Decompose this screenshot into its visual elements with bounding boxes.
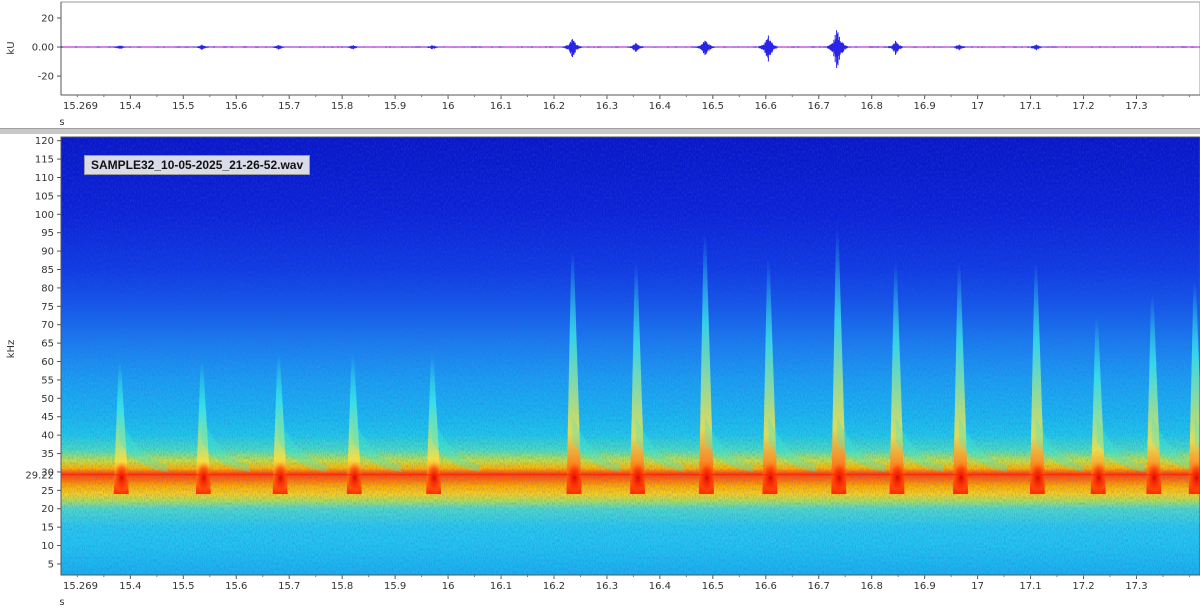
waveform-x-tick-label: 17 <box>971 101 984 112</box>
spectrogram-call-hotspot <box>194 461 213 494</box>
waveform-x-start-label: 15.269 <box>63 101 98 112</box>
spectrogram-x-tick-label: 15.6 <box>225 581 247 592</box>
spectrogram-y-tick-label: 95 <box>41 228 54 239</box>
spectrogram-x-start-label: 15.269 <box>63 581 98 592</box>
spectrogram-x-tick-label: 17.2 <box>1072 581 1094 592</box>
waveform-x-tick-label: 15.4 <box>119 101 141 112</box>
waveform-panel[interactable]: 20 0.00 -20 kU 15.269 15.4 15.5 15.6 15.7 15.8 15.… <box>0 0 1200 130</box>
spectrogram-call-hotspot <box>271 461 290 494</box>
spectrogram-y-tick-label: 120 <box>35 136 54 147</box>
spectrogram-y-tick-label: 30 <box>41 467 54 478</box>
spectrogram-y-tick-label: 5 <box>48 559 54 570</box>
spectrogram-y-tick-label: 115 <box>35 155 54 166</box>
waveform-y-tick-label: 20 <box>41 13 54 24</box>
spectrogram-y-tick-label: 25 <box>41 486 54 497</box>
waveform-x-tick-label: 15.6 <box>225 101 247 112</box>
waveform-plot-area <box>60 1 1200 96</box>
waveform-x-tick-label: 15.9 <box>384 101 406 112</box>
waveform-x-axis-label: s <box>59 117 64 128</box>
spectrogram-x-tick-label: 15.7 <box>278 581 300 592</box>
spectrogram-y-tick-label: 85 <box>41 265 54 276</box>
waveform-x-tick-label: 16 <box>442 101 455 112</box>
waveform-x-tick-label: 16.7 <box>808 101 830 112</box>
spectrogram-x-tick-label: 16.8 <box>861 581 883 592</box>
spectrogram-call-hotspot <box>1028 461 1047 494</box>
file-name-label: SAMPLE32_10-05-2025_21-26-52.wav <box>84 155 311 175</box>
spectrogram-x-tick-label: 16.9 <box>914 581 936 592</box>
spectrogram-x-tick-label: 16.4 <box>649 581 671 592</box>
spectrogram-y-tick-label: 100 <box>35 210 54 221</box>
spectrogram-x-axis-label: s <box>59 597 64 608</box>
spectrogram-y-tick-label: 55 <box>41 375 54 386</box>
spectrogram-call-hotspot <box>425 461 444 494</box>
spectrogram-x-tick-label: 16 <box>442 581 455 592</box>
spectrogram-x-tick-label: 16.5 <box>702 581 724 592</box>
spectrogram-y-tick-label: 45 <box>41 412 54 423</box>
spectrogram-y-tick-label: 50 <box>41 394 54 405</box>
spectrogram-panel[interactable]: 29.22 5 10 15 20 25 30 35 40 45 50 55 60 65 70 75 80 85 90… <box>0 134 1200 610</box>
waveform-x-tick-label: 15.5 <box>172 101 194 112</box>
spectrogram-x-tick-label: 16.7 <box>808 581 830 592</box>
spectrogram-y-tick-label: 90 <box>41 247 54 258</box>
spectrogram-x-tick-label: 16.3 <box>596 581 618 592</box>
spectrogram-x-tick-label: 17 <box>971 581 984 592</box>
spectrogram-call-hotspot <box>888 461 907 494</box>
waveform-x-tick-label: 16.1 <box>490 101 512 112</box>
spectrogram-x-tick-label: 15.9 <box>384 581 406 592</box>
waveform-x-tick-label: 16.2 <box>543 101 565 112</box>
spectrogram-y-tick-label: 80 <box>41 283 54 294</box>
spectrogram-call-hotspot <box>761 461 780 494</box>
waveform-x-tick-label: 17.1 <box>1019 101 1041 112</box>
waveform-x-tick-label: 16.4 <box>649 101 671 112</box>
spectrogram-noise-texture <box>61 137 1200 575</box>
waveform-x-tick-label: 16.5 <box>702 101 724 112</box>
spectrogram-x-tick-label: 15.5 <box>172 581 194 592</box>
waveform-y-tick-label: 0.00 <box>32 43 54 54</box>
analysis-window: 20 0.00 -20 kU 15.269 15.4 15.5 15.6 15.7 15.8 15.… <box>0 0 1200 610</box>
spectrogram-call-hotspot <box>345 461 364 494</box>
spectrogram-x-tick-label: 17.3 <box>1125 581 1147 592</box>
spectrogram-y-tick-label: 10 <box>41 541 54 552</box>
spectrogram-x-tick-label: 16.6 <box>755 581 777 592</box>
waveform-x-tick-label: 15.8 <box>331 101 353 112</box>
spectrogram-y-axis-label: kHz <box>6 340 17 359</box>
spectrogram-y-tick-label: 15 <box>41 523 54 534</box>
spectrogram-call-hotspot <box>1089 461 1108 494</box>
spectrogram-call-hotspot <box>830 461 849 494</box>
spectrogram-chart: 29.2251015202530354045505560657075808590… <box>6 136 1200 608</box>
spectrogram-x-tick-label: 17.1 <box>1019 581 1041 592</box>
waveform-y-tick-label: -20 <box>38 72 54 83</box>
spectrogram-y-tick-label: 40 <box>41 431 54 442</box>
waveform-x-tick-label: 16.3 <box>596 101 618 112</box>
spectrogram-call-hotspot <box>629 461 648 494</box>
spectrogram-x-tick-label: 16.2 <box>543 581 565 592</box>
spectrogram-call-hotspot <box>1145 461 1164 494</box>
spectrogram-y-tick-label: 110 <box>35 173 54 184</box>
waveform-x-tick-label: 16.6 <box>755 101 777 112</box>
waveform-chart: 20 0.00 -20 kU 15.269 15.4 15.5 15.6 15.7 15.8 15.… <box>6 1 1200 128</box>
spectrogram-y-tick-label: 60 <box>41 357 54 368</box>
spectrogram-x-tick-label: 15.4 <box>119 581 141 592</box>
spectrogram-x-tick-label: 16.1 <box>490 581 512 592</box>
spectrogram-call-hotspot <box>565 461 584 494</box>
spectrogram-x-tick-label: 15.8 <box>331 581 353 592</box>
waveform-x-tick-label: 16.9 <box>914 101 936 112</box>
waveform-x-tick-label: 17.3 <box>1125 101 1147 112</box>
waveform-y-axis-label: kU <box>6 41 17 54</box>
spectrogram-y-tick-label: 20 <box>41 504 54 515</box>
spectrogram-y-tick-label: 105 <box>35 191 54 202</box>
waveform-x-tick-label: 15.7 <box>278 101 300 112</box>
waveform-x-tick-label: 17.2 <box>1072 101 1094 112</box>
spectrogram-y-tick-label: 35 <box>41 449 54 460</box>
spectrogram-y-tick-label: 75 <box>41 302 54 313</box>
waveform-x-tick-label: 16.8 <box>861 101 883 112</box>
spectrogram-call-hotspot <box>697 461 716 494</box>
spectrogram-y-tick-label: 70 <box>41 320 54 331</box>
spectrogram-y-tick-label: 65 <box>41 339 54 350</box>
spectrogram-call-hotspot <box>952 461 971 494</box>
spectrogram-call-hotspot <box>112 461 131 494</box>
